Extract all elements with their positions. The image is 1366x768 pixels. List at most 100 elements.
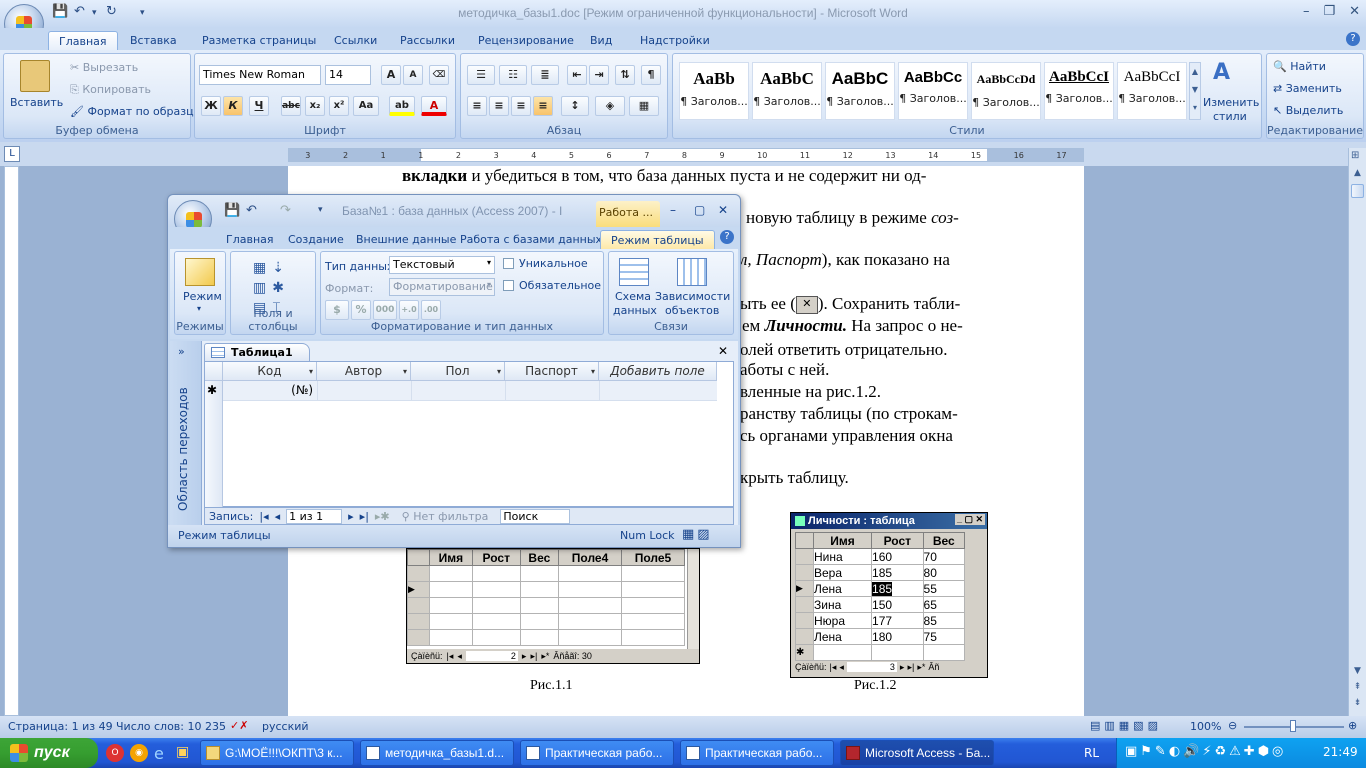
table-tab[interactable]: Таблица1 — [204, 343, 310, 361]
chevron-down-icon[interactable]: ▾ — [497, 362, 501, 381]
access-minimize-icon[interactable]: – — [670, 203, 676, 217]
align-center-icon[interactable]: ≡ — [489, 96, 509, 116]
thousands-button[interactable]: 000 — [373, 300, 397, 320]
percent-button[interactable]: % — [351, 300, 371, 320]
help-icon[interactable]: ? — [1346, 32, 1360, 46]
start-button[interactable]: пуск — [0, 738, 98, 768]
access-window[interactable]: 💾 ↶ ↷ ▾ База№1 : база данных (Access 200… — [167, 194, 741, 548]
tray-icons[interactable]: ▣⚑✎◐🔊⚡♻⚠✚⬢◎ — [1125, 744, 1286, 759]
tab-insert[interactable]: Вставка — [120, 31, 187, 50]
shrink-font-icon[interactable]: A — [403, 65, 423, 85]
new-record-nav-icon[interactable]: ▸✱ — [375, 510, 390, 523]
select-button[interactable]: ↖ Выделить — [1273, 104, 1343, 117]
language[interactable]: русский — [262, 720, 309, 733]
expand-nav-icon[interactable]: » — [178, 345, 185, 358]
italic-icon[interactable]: К — [223, 96, 243, 116]
quick-launch-folder-icon[interactable]: ▣ — [176, 744, 189, 760]
first-record-icon[interactable]: |◂ — [259, 510, 268, 523]
style-gallery-item[interactable]: AaBbCc ¶ Заголов... — [898, 62, 968, 120]
style-gallery-item[interactable]: AaBbCcDd ¶ Заголов... — [971, 62, 1041, 120]
increase-indent-icon[interactable]: ⇥ — [589, 65, 609, 85]
taskbar-button-explorer[interactable]: G:\МОЁ!!!\ОКПТ\3 к... — [200, 740, 354, 766]
ruler-toggle-icon[interactable]: ⊞ — [1351, 150, 1364, 164]
line-spacing-icon[interactable]: ↕ — [561, 96, 589, 116]
strikethrough-icon[interactable]: abc — [281, 96, 301, 116]
view-dropdown-icon[interactable]: ▾ — [197, 304, 201, 313]
find-button[interactable]: 🔍 Найти — [1273, 60, 1326, 73]
subscript-icon[interactable]: x₂ — [305, 96, 325, 116]
styles-scroll[interactable]: ▲ ▼ ▾ — [1189, 62, 1201, 120]
font-name-combo[interactable]: Times New Roman — [199, 65, 321, 85]
multilevel-list-icon[interactable]: ≣ — [531, 65, 559, 85]
style-gallery-item[interactable]: AaBb ¶ Заголов... — [679, 62, 749, 120]
shading-icon[interactable]: ◈ — [595, 96, 625, 116]
decrease-indent-icon[interactable]: ⇤ — [567, 65, 587, 85]
close-icon[interactable]: ✕ — [1349, 4, 1360, 19]
relationships-icon[interactable] — [619, 258, 649, 286]
decrease-decimals-icon[interactable]: .00 — [421, 300, 441, 320]
view-icon[interactable] — [185, 258, 215, 286]
align-right-icon[interactable]: ≡ — [511, 96, 531, 116]
access-tab-datasheet[interactable]: Режим таблицы — [600, 230, 715, 249]
close-table-icon[interactable]: ✕ — [718, 344, 728, 358]
prev-record-icon[interactable]: ◂ — [275, 510, 281, 523]
clear-format-icon[interactable]: ⌫ — [429, 65, 449, 85]
vertical-ruler[interactable] — [4, 166, 19, 716]
superscript-icon[interactable]: x² — [329, 96, 349, 116]
numbering-icon[interactable]: ☷ — [499, 65, 527, 85]
currency-icon[interactable]: $ — [325, 300, 349, 320]
format-select[interactable]: Форматирование ▾ — [389, 278, 495, 296]
access-redo-icon[interactable]: ↷ — [280, 203, 291, 218]
change-styles-button-l1[interactable]: Изменить — [1203, 96, 1259, 109]
tab-page-layout[interactable]: Разметка страницы — [192, 31, 326, 50]
minimize-icon[interactable]: – — [1303, 4, 1310, 19]
format-painter-button[interactable]: 🖌 Формат по образцу — [70, 105, 200, 118]
paste-button[interactable]: Вставить — [10, 96, 63, 109]
column-header-author[interactable]: Автор ▾ — [317, 362, 411, 381]
column-header-kod[interactable]: Код ▾ — [223, 362, 317, 381]
quick-launch-ie-icon[interactable]: e — [154, 744, 164, 763]
borders-icon[interactable]: ▦ — [629, 96, 659, 116]
cut-button[interactable]: ✂ Вырезать — [70, 61, 138, 74]
access-save-icon[interactable]: 💾 — [224, 203, 240, 218]
access-tab-home[interactable]: Главная — [216, 230, 284, 249]
access-undo-icon[interactable]: ↶ — [246, 203, 257, 218]
bold-icon[interactable]: Ж — [201, 96, 221, 116]
style-gallery-item[interactable]: AaBbC ¶ Заголов... — [752, 62, 822, 120]
view-switch-icons[interactable]: ▦▨ — [682, 527, 713, 542]
view-buttons-icon[interactable]: ▤▥▦▧▨ — [1090, 719, 1162, 732]
deps-button-l1[interactable]: Зависимости — [655, 290, 730, 303]
tab-view[interactable]: Вид — [580, 31, 622, 50]
scroll-thumb[interactable] — [1351, 184, 1364, 198]
tab-mailings[interactable]: Рассылки — [390, 31, 465, 50]
paste-icon[interactable] — [20, 60, 50, 92]
taskbar-button-word-doc[interactable]: методичка_базы1.d... — [360, 740, 514, 766]
underline-icon[interactable]: Ч — [249, 96, 269, 116]
sort-icon[interactable]: ⇅ — [615, 65, 635, 85]
access-customize-qat-icon[interactable]: ▾ — [318, 205, 323, 215]
maximize-icon[interactable]: ❐ — [1323, 4, 1335, 19]
tab-home[interactable]: Главная — [48, 31, 118, 50]
align-left-icon[interactable]: ≡ — [467, 96, 487, 116]
change-styles-button-l2[interactable]: стили — [1213, 110, 1247, 123]
column-header-add-field[interactable]: Добавить поле — [599, 362, 717, 381]
schema-button-l1[interactable]: Схема — [615, 290, 651, 303]
datasheet[interactable]: Код ▾ Автор ▾ Пол ▾ Паспорт ▾ Добавить поле … — [204, 361, 734, 507]
chevron-down-icon[interactable]: ▾ — [403, 362, 407, 381]
increase-decimals-icon[interactable]: +.0 — [399, 300, 419, 320]
filter-indicator[interactable]: ⚲ Нет фильтра — [396, 510, 495, 523]
column-header-gender[interactable]: Пол ▾ — [411, 362, 505, 381]
datatype-select[interactable]: Текстовый ▾ — [389, 256, 495, 274]
bullets-icon[interactable]: ☰ — [467, 65, 495, 85]
copy-button[interactable]: ⎘ Копировать — [70, 83, 151, 97]
required-checkbox[interactable] — [503, 280, 514, 291]
view-button[interactable]: Режим — [183, 290, 222, 303]
justify-icon[interactable]: ≡ — [533, 96, 553, 116]
clock[interactable]: 21:49 — [1323, 745, 1358, 759]
input-language[interactable]: RL — [1084, 746, 1099, 760]
autonumber-placeholder[interactable]: (№) — [223, 383, 313, 397]
access-close-icon[interactable]: ✕ — [718, 203, 728, 217]
taskbar-button-practical-2[interactable]: Практическая рабо... — [680, 740, 834, 766]
proofing-icon[interactable]: ✓✗ — [230, 719, 248, 732]
page-count[interactable]: Страница: 1 из 49 — [8, 720, 113, 733]
